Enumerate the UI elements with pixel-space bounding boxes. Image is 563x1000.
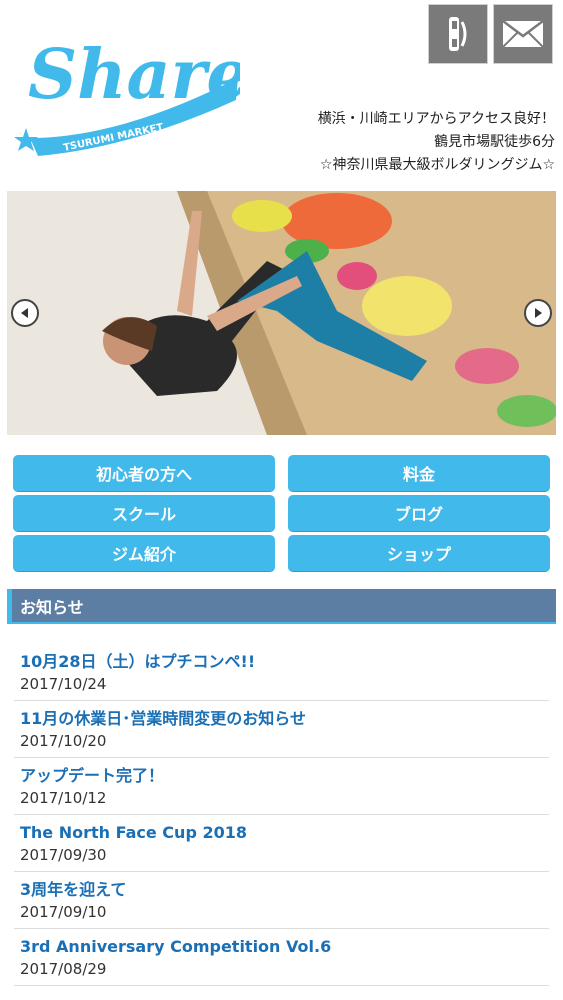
news-title-link[interactable]: 3rd Anniversary Competition Vol.6 bbox=[20, 936, 549, 958]
news-date: 2017/10/12 bbox=[20, 789, 107, 807]
nav-pricing-button[interactable]: 料金 bbox=[288, 455, 550, 492]
tagline-line: 鶴見市場駅徒歩6分 bbox=[434, 134, 555, 150]
news-item: 3周年を迎えて 2017/09/10 bbox=[14, 873, 549, 929]
news-item: The North Face Cup 2018 2017/09/30 bbox=[14, 816, 549, 872]
phone-button[interactable] bbox=[428, 4, 488, 64]
site-header: Share TSURUMI MARKET 横浜・川崎エリアからアクセス良好！ 鶴… bbox=[0, 0, 563, 186]
news-date: 2017/09/30 bbox=[20, 846, 107, 864]
tagline-line: ☆神奈川県最大級ボルダリングジム☆ bbox=[319, 157, 555, 173]
phone-icon bbox=[449, 17, 467, 51]
main-nav: 初心者の方へ 料金 スクール ブログ ジム紹介 ショップ bbox=[13, 455, 550, 572]
nav-beginners-button[interactable]: 初心者の方へ bbox=[13, 455, 275, 492]
tagline-line: 横浜・川崎エリアからアクセス良好！ bbox=[317, 111, 555, 127]
news-heading: お知らせ bbox=[7, 589, 556, 624]
news-item: 11月の休業日･営業時間変更のお知らせ 2017/10/20 bbox=[14, 702, 549, 758]
nav-shop-button[interactable]: ショップ bbox=[288, 535, 550, 572]
news-title-link[interactable]: 11月の休業日･営業時間変更のお知らせ bbox=[20, 708, 549, 730]
arrow-left-icon bbox=[21, 308, 28, 318]
slider-next-button[interactable] bbox=[524, 299, 552, 327]
mail-icon bbox=[502, 20, 544, 48]
news-item: アップデート完了！ 2017/10/12 bbox=[14, 759, 549, 815]
hero-slider[interactable] bbox=[7, 191, 556, 435]
nav-school-button[interactable]: スクール bbox=[13, 495, 275, 532]
climber-photo bbox=[7, 191, 556, 435]
nav-blog-button[interactable]: ブログ bbox=[288, 495, 550, 532]
arrow-right-icon bbox=[535, 308, 542, 318]
news-date: 2017/08/29 bbox=[20, 960, 107, 978]
news-date: 2017/09/10 bbox=[20, 903, 107, 921]
news-date: 2017/10/20 bbox=[20, 732, 107, 750]
tagline: 横浜・川崎エリアからアクセス良好！ 鶴見市場駅徒歩6分 ☆神奈川県最大級ボルダリ… bbox=[318, 108, 555, 177]
news-title-link[interactable]: 3周年を迎えて bbox=[20, 879, 549, 901]
news-title-link[interactable]: アップデート完了！ bbox=[20, 765, 549, 787]
news-list: 10月28日（土）はプチコンペ!! 2017/10/24 11月の休業日･営業時… bbox=[14, 645, 549, 987]
share-logo[interactable]: Share TSURUMI MARKET bbox=[10, 20, 240, 170]
nav-gym-intro-button[interactable]: ジム紹介 bbox=[13, 535, 275, 572]
mail-button[interactable] bbox=[493, 4, 553, 64]
slider-prev-button[interactable] bbox=[11, 299, 39, 327]
news-title-link[interactable]: 10月28日（土）はプチコンペ!! bbox=[20, 651, 549, 673]
news-title-link[interactable]: The North Face Cup 2018 bbox=[20, 822, 549, 844]
news-item: 10月28日（土）はプチコンペ!! 2017/10/24 bbox=[14, 645, 549, 701]
news-item: 3rd Anniversary Competition Vol.6 2017/0… bbox=[14, 930, 549, 986]
news-date: 2017/10/24 bbox=[20, 675, 107, 693]
